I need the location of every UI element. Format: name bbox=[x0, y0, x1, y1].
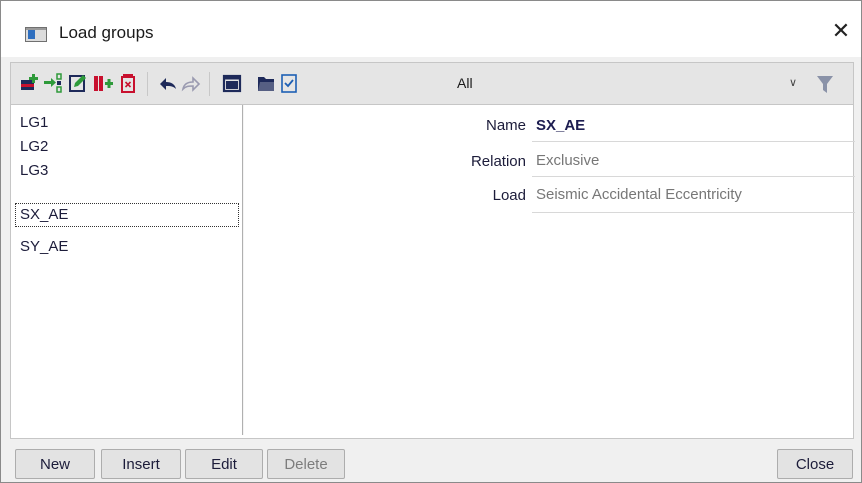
divider bbox=[532, 141, 855, 142]
load-value[interactable]: Seismic Accidental Eccentricity bbox=[536, 186, 742, 203]
new-button[interactable]: New bbox=[15, 449, 95, 479]
toolbar: All ∨ bbox=[10, 62, 854, 105]
window-app-icon bbox=[25, 27, 47, 42]
name-label: Name bbox=[485, 117, 526, 134]
insert-icon[interactable] bbox=[43, 72, 63, 94]
toolbar-separator bbox=[209, 72, 210, 96]
list-item[interactable]: LG1 bbox=[15, 111, 239, 135]
layout-icon[interactable] bbox=[222, 72, 242, 94]
edit-icon[interactable] bbox=[68, 72, 88, 94]
splitter[interactable] bbox=[242, 105, 244, 435]
new-icon[interactable] bbox=[19, 72, 39, 94]
load-groups-window: Load groups ✕ All ∨ LG1 LG2 LG3 SX_AE SY… bbox=[0, 0, 862, 483]
load-label: Load bbox=[492, 187, 526, 204]
toolbar-separator bbox=[147, 72, 148, 96]
filter-icon[interactable] bbox=[815, 73, 835, 95]
folder-icon[interactable] bbox=[256, 72, 276, 94]
list-item[interactable]: LG2 bbox=[15, 135, 239, 159]
delete-button[interactable]: Delete bbox=[267, 449, 345, 479]
name-value[interactable]: SX_AE bbox=[536, 117, 585, 134]
redo-icon[interactable] bbox=[181, 72, 201, 94]
undo-icon[interactable] bbox=[158, 72, 178, 94]
divider bbox=[532, 212, 855, 213]
relation-label: Relation bbox=[470, 153, 526, 170]
split-column-icon[interactable] bbox=[93, 72, 113, 94]
chevron-down-icon[interactable]: ∨ bbox=[789, 76, 797, 89]
list-item[interactable]: LG3 bbox=[15, 159, 239, 183]
delete-icon[interactable] bbox=[119, 72, 139, 94]
filter-dropdown[interactable]: All bbox=[457, 75, 473, 91]
close-button[interactable]: Close bbox=[777, 449, 853, 479]
title-bar: Load groups ✕ bbox=[1, 1, 861, 57]
checklist-icon[interactable] bbox=[279, 72, 299, 94]
load-group-list: LG1 LG2 LG3 SX_AE SY_AE bbox=[11, 105, 243, 437]
insert-button[interactable]: Insert bbox=[101, 449, 181, 479]
list-item-selected[interactable]: SX_AE bbox=[15, 203, 239, 227]
main-panel: LG1 LG2 LG3 SX_AE SY_AE Name SX_AE Relat… bbox=[10, 105, 855, 439]
close-window-icon[interactable]: ✕ bbox=[827, 17, 855, 45]
edit-button[interactable]: Edit bbox=[185, 449, 263, 479]
window-title: Load groups bbox=[59, 23, 154, 42]
list-item[interactable]: SY_AE bbox=[15, 235, 239, 259]
relation-value[interactable]: Exclusive bbox=[536, 152, 599, 169]
divider bbox=[532, 176, 855, 177]
